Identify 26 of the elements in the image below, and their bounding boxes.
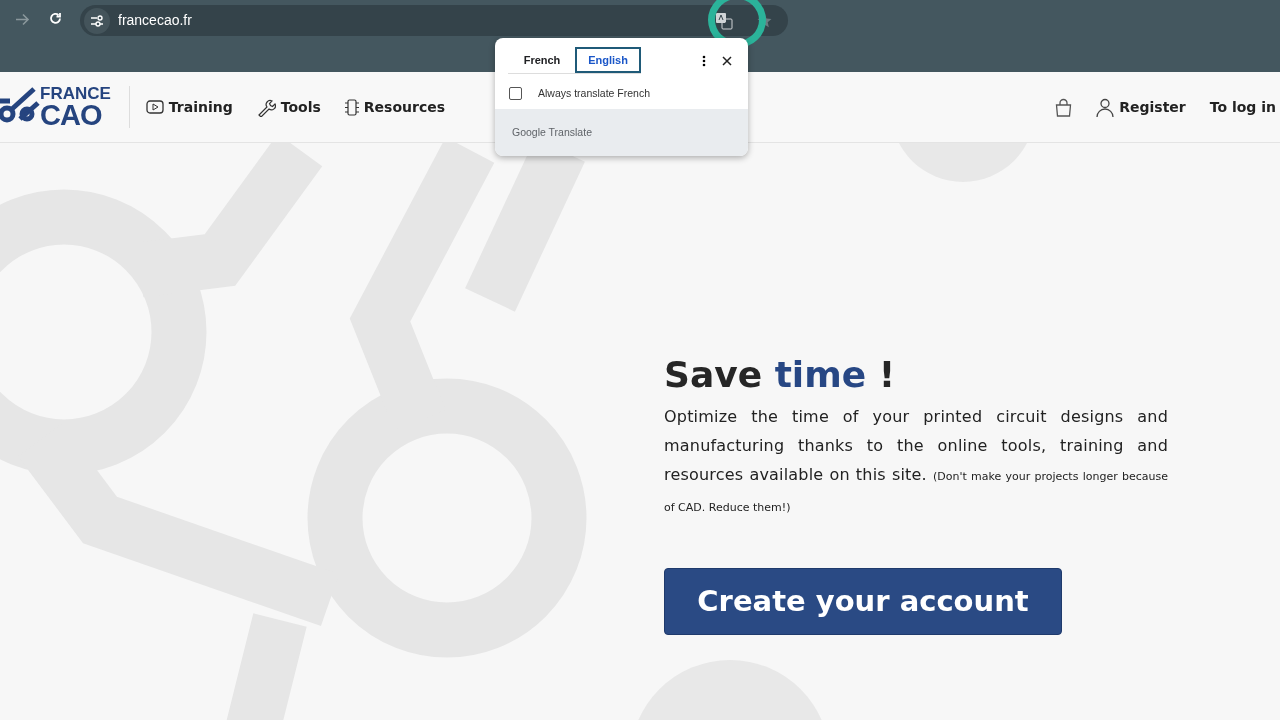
logo[interactable]: FRANCE CAO	[0, 86, 130, 128]
play-icon	[145, 100, 164, 114]
nav-link[interactable]: Tools	[256, 96, 321, 118]
login-link[interactable]: To log in	[1209, 96, 1276, 118]
forward-icon[interactable]	[15, 12, 30, 27]
wrench-icon	[256, 97, 276, 117]
nav-link[interactable]: Resources	[344, 96, 446, 118]
hero-description: Optimize the time of your printed circuit designs and manufacturing thanks to the online tools, training and resources available on this site. (Don't make your projects longer because of CAD. Reduce them!)	[664, 406, 1168, 517]
create-account-button[interactable]: Create your account	[664, 568, 1062, 636]
user-icon	[1096, 97, 1115, 117]
url-text[interactable]: francecao.fr	[118, 10, 192, 31]
register-link[interactable]: Register	[1096, 96, 1186, 118]
reload-icon[interactable]	[48, 11, 63, 26]
hero-title: Save time !	[664, 353, 897, 397]
chip-icon	[344, 97, 359, 117]
translate-icon[interactable]	[715, 11, 733, 30]
nav-link[interactable]: Training	[145, 96, 233, 118]
close-icon[interactable]	[722, 55, 732, 66]
language-tab[interactable]: English	[575, 47, 641, 73]
site-settings-icon[interactable]	[84, 7, 110, 34]
checkbox[interactable]	[509, 87, 522, 100]
language-tab[interactable]: French	[509, 47, 575, 73]
provider-label: Google Translate	[512, 124, 592, 140]
more-options-icon[interactable]	[702, 54, 706, 67]
shopping-bag-icon[interactable]	[1055, 97, 1073, 117]
checkbox-label[interactable]: Always translate French	[538, 85, 651, 102]
